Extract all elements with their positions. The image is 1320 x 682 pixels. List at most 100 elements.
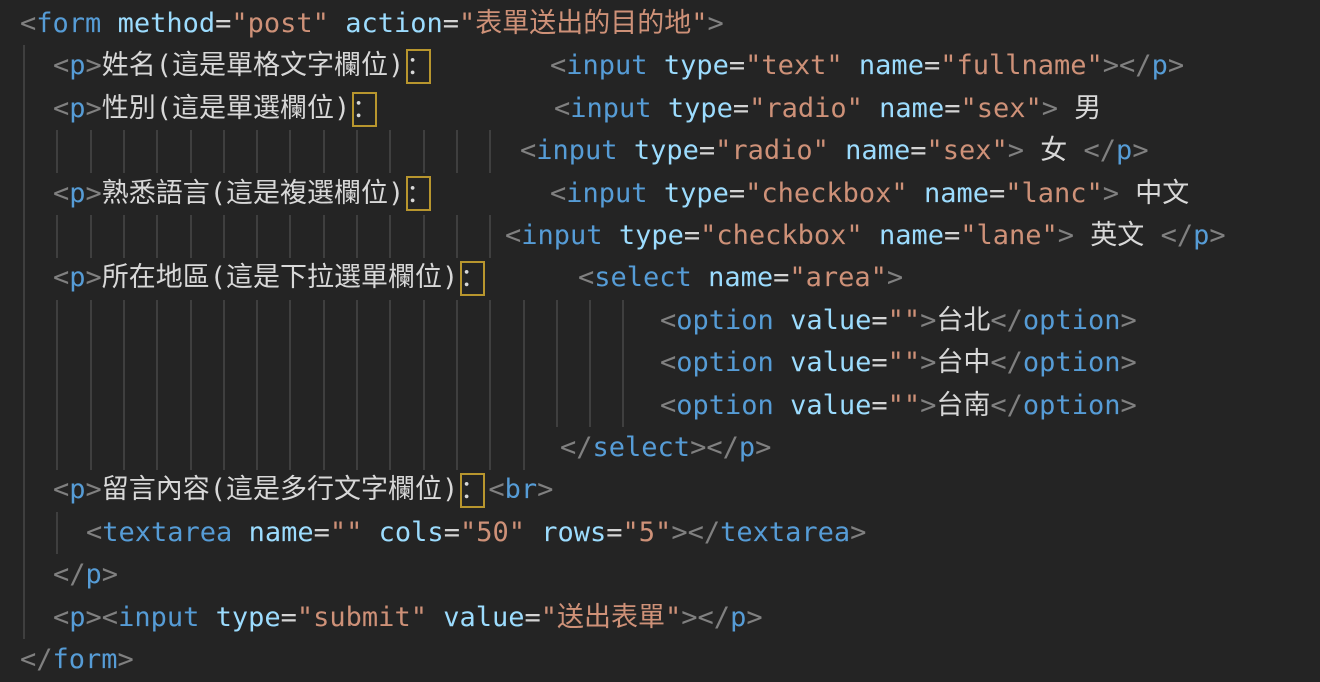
code-token: [652, 88, 668, 130]
code-token: >: [1120, 342, 1136, 384]
code-token: value: [790, 385, 871, 427]
code-token: name: [859, 45, 924, 87]
code-segment: <select name="area">: [578, 257, 903, 300]
indent-guide: [223, 300, 225, 343]
indent-guide: [389, 300, 391, 343]
code-token: name: [708, 257, 773, 299]
code-token: p: [1193, 215, 1209, 257]
code-token: >: [920, 385, 936, 427]
code-token: >: [920, 342, 936, 384]
code-token: =: [525, 597, 541, 639]
code-token: "sex": [926, 130, 1007, 172]
indent-guide: [156, 130, 158, 173]
indent-guide: [423, 215, 425, 258]
code-segment: <option value="">台南</option>: [660, 385, 1137, 428]
indent-guide: [423, 130, 425, 173]
code-token: "text": [745, 45, 843, 87]
code-token: >: [1168, 45, 1184, 87]
code-token: >: [86, 597, 102, 639]
code-token: =: [871, 385, 887, 427]
code-segment: <p>姓名(這是單格文字欄位)：: [53, 45, 434, 88]
code-token: <: [53, 173, 69, 215]
code-token: [603, 215, 619, 257]
code-token: p: [86, 554, 102, 596]
code-token: >: [681, 597, 697, 639]
indent-guide: [190, 300, 192, 343]
code-token: "lanc": [1005, 173, 1103, 215]
code-token: <: [102, 597, 118, 639]
code-line-4[interactable]: <input type="radio" name="sex"> 女 </p>: [0, 130, 1320, 173]
indent-guide: [622, 385, 624, 428]
code-token: =: [684, 215, 700, 257]
code-token: 男: [1058, 88, 1101, 130]
code-segment: <input type="radio" name="sex"> 男: [554, 88, 1101, 131]
code-token: >: [1008, 130, 1024, 172]
code-line-8[interactable]: <option value="">台北</option>: [0, 300, 1320, 343]
code-line-10[interactable]: <option value="">台南</option>: [0, 385, 1320, 428]
code-token: =: [871, 300, 887, 342]
indent-guide: [323, 215, 325, 258]
code-token: type: [664, 45, 729, 87]
code-token: >: [86, 45, 102, 87]
code-token: =: [606, 512, 622, 554]
indent-guide: [23, 215, 25, 258]
code-line-7[interactable]: <p>所在地區(這是下拉選單欄位)：<select name="area">: [0, 257, 1320, 300]
code-token: </: [698, 597, 731, 639]
code-token: <: [554, 88, 570, 130]
code-token: [648, 45, 664, 87]
code-editor[interactable]: <form method="post" action="表單送出的目的地"><p…: [0, 0, 1320, 681]
code-token: </: [1161, 215, 1194, 257]
code-token: [525, 512, 541, 554]
code-token: p: [739, 427, 755, 469]
code-token: 熟悉語言(這是複選欄位): [102, 173, 405, 215]
code-token: =: [944, 88, 960, 130]
indent-guide: [123, 427, 125, 470]
code-token: type: [216, 597, 281, 639]
indent-guide: [23, 130, 25, 173]
code-token: name: [879, 215, 944, 257]
code-token: type: [664, 173, 729, 215]
code-token: option: [1023, 342, 1121, 384]
code-line-15[interactable]: <p><input type="submit" value="送出表單"></p…: [0, 597, 1320, 640]
code-line-12[interactable]: <p>留言內容(這是多行文字欄位)：<br>: [0, 469, 1320, 512]
code-token: >: [1042, 88, 1058, 130]
code-line-3[interactable]: <p>性別(這是單選欄位)：<input type="radio" name="…: [0, 88, 1320, 131]
code-token: =: [871, 342, 887, 384]
code-token: >: [671, 512, 687, 554]
code-line-13[interactable]: <textarea name="" cols="50" rows="5"></t…: [0, 512, 1320, 555]
code-line-5[interactable]: <p>熟悉語言(這是複選欄位)：<input type="checkbox" n…: [0, 173, 1320, 216]
code-token: name: [845, 130, 910, 172]
code-line-14[interactable]: </p>: [0, 554, 1320, 597]
indent-guide: [256, 300, 258, 343]
code-line-1[interactable]: <form method="post" action="表單送出的目的地">: [0, 3, 1320, 46]
indent-guide: [423, 427, 425, 470]
code-segment: </select></p>: [560, 427, 771, 470]
code-segment: <input type="checkbox" name="lanc"> 中文: [550, 173, 1189, 216]
indent-guide: [356, 130, 358, 173]
code-segment: <option value="">台中</option>: [660, 342, 1137, 385]
code-line-9[interactable]: <option value="">台中</option>: [0, 342, 1320, 385]
code-token: [829, 130, 845, 172]
code-line-6[interactable]: <input type="checkbox" name="lane"> 英文 <…: [0, 215, 1320, 258]
indent-guide: [123, 215, 125, 258]
code-token: [199, 597, 215, 639]
code-token: =: [314, 512, 330, 554]
code-token: "radio": [715, 130, 829, 172]
code-token: </: [990, 300, 1023, 342]
code-line-16[interactable]: </form>: [0, 639, 1320, 682]
indent-guide: [23, 257, 25, 300]
code-token: option: [1023, 385, 1121, 427]
code-token: >: [1058, 215, 1074, 257]
code-token: option: [676, 300, 774, 342]
indent-guide: [323, 385, 325, 428]
code-line-11[interactable]: </select></p>: [0, 427, 1320, 470]
indent-guide: [423, 300, 425, 343]
indent-guide: [523, 427, 525, 470]
indent-guide: [156, 342, 158, 385]
code-token: [863, 88, 879, 130]
code-token: >: [1132, 130, 1148, 172]
code-line-2[interactable]: <p>姓名(這是單格文字欄位)：<input type="text" name=…: [0, 45, 1320, 88]
code-token: type: [668, 88, 733, 130]
indent-guide: [589, 300, 591, 343]
code-token: input: [118, 597, 199, 639]
